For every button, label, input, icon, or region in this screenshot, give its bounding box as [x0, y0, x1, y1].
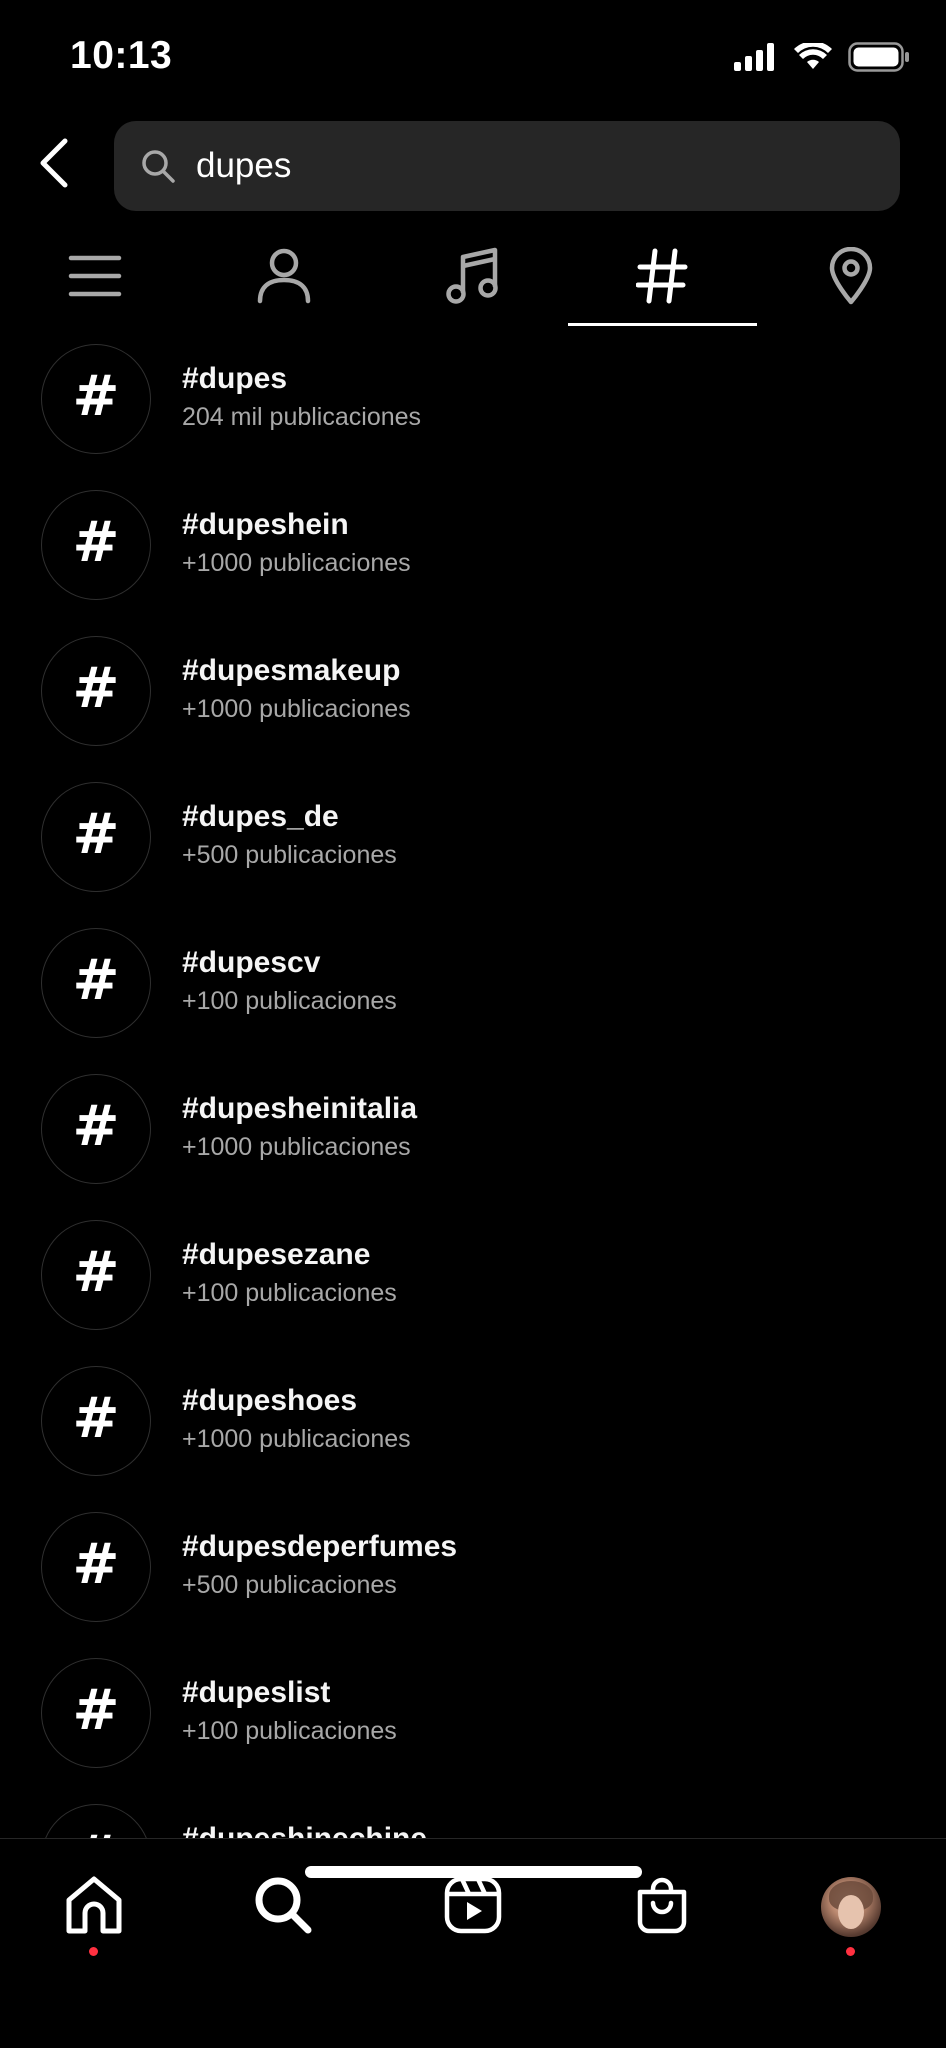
status-time: 10:13 — [70, 34, 173, 77]
list-icon — [68, 254, 122, 303]
hashtag-name: #dupeshoes — [182, 1384, 358, 1417]
list-item[interactable]: # #dupeshoes +1000 publicaciones — [0, 1362, 946, 1508]
hashtag-icon: # — [72, 1532, 120, 1597]
search-icon — [138, 146, 178, 186]
post-count: +1000 publicaciones — [182, 1133, 411, 1161]
list-item[interactable]: # #dupeshein +1000 publicaciones — [0, 486, 946, 632]
hashtag-icon: # — [72, 1240, 120, 1305]
hashtag-name: #dupeshein — [182, 508, 349, 541]
hashtag-name: #dupesezane — [182, 1238, 371, 1271]
list-item[interactable]: # #dupeslist +100 publicaciones — [0, 1654, 946, 1800]
hashtag-name: #dupesmakeup — [182, 654, 401, 687]
hashtag-avatar: # — [41, 928, 151, 1038]
tab-tags[interactable] — [567, 230, 757, 326]
hashtag-avatar: # — [41, 344, 151, 454]
hashtag-icon — [635, 248, 688, 309]
hashtag-name: #dupeshinechine — [182, 1822, 427, 1838]
nav-profile[interactable] — [806, 1867, 896, 1947]
post-count: 204 mil publicaciones — [182, 403, 422, 431]
list-item[interactable]: # #dupesmakeup +1000 publicaciones — [0, 632, 946, 778]
status-icons — [734, 41, 910, 77]
status-bar: 10:13 — [0, 0, 946, 110]
list-item[interactable]: # #dupescv +100 publicaciones — [0, 924, 946, 1070]
post-count: +1000 publicaciones — [182, 695, 411, 723]
hashtag-avatar: # — [41, 1512, 151, 1622]
nav-home[interactable] — [49, 1867, 139, 1947]
wifi-icon — [794, 41, 832, 76]
post-count: +500 publicaciones — [182, 1571, 397, 1599]
hashtag-avatar: # — [41, 636, 151, 746]
hashtag-avatar: # — [41, 490, 151, 600]
hashtag-icon: # — [72, 1678, 120, 1743]
tab-top[interactable] — [0, 230, 189, 326]
list-item[interactable]: # #dupesdeperfumes +500 publicaciones — [0, 1508, 946, 1654]
profile-notification-dot — [846, 1947, 855, 1956]
post-count: +100 publicaciones — [182, 1717, 397, 1745]
music-note-icon — [446, 247, 500, 310]
hashtag-name: #dupeslist — [182, 1676, 331, 1709]
tab-places[interactable] — [757, 230, 946, 326]
nav-search[interactable] — [238, 1867, 328, 1947]
post-count: +1000 publicaciones — [182, 1425, 411, 1453]
list-item[interactable]: # #dupesezane +100 publicaciones — [0, 1216, 946, 1362]
hashtag-results-list: # #dupes 204 mil publicaciones # #dupesh… — [0, 340, 946, 1838]
list-item[interactable]: # #dupes_de +500 publicaciones — [0, 778, 946, 924]
search-input[interactable] — [196, 146, 856, 186]
tab-accounts[interactable] — [189, 230, 378, 326]
list-item[interactable]: # #dupesheinitalia +1000 publicaciones — [0, 1070, 946, 1216]
home-icon — [64, 1875, 124, 1940]
hashtag-avatar: # — [41, 1074, 151, 1184]
hashtag-avatar: # — [41, 1366, 151, 1476]
hashtag-name: #dupesheinitalia — [182, 1092, 418, 1125]
hashtag-avatar: # — [41, 1220, 151, 1330]
back-button[interactable] — [30, 130, 78, 200]
hashtag-icon: # — [72, 948, 120, 1013]
hashtag-icon: # — [72, 802, 120, 867]
search-field[interactable] — [114, 121, 900, 211]
hashtag-icon: # — [72, 510, 120, 575]
list-item[interactable]: # #dupeshinechine — [0, 1800, 946, 1838]
hashtag-avatar: # — [41, 1658, 151, 1768]
hashtag-avatar: # — [41, 782, 151, 892]
search-tabs — [0, 230, 946, 326]
post-count: +1000 publicaciones — [182, 549, 411, 577]
hashtag-icon: # — [72, 1386, 120, 1451]
post-count: +100 publicaciones — [182, 987, 397, 1015]
home-indicator — [305, 1866, 642, 1878]
hashtag-name: #dupes_de — [182, 800, 339, 833]
list-item[interactable]: # #dupes 204 mil publicaciones — [0, 340, 946, 486]
location-pin-icon — [828, 246, 874, 310]
post-count: +500 publicaciones — [182, 841, 397, 869]
hashtag-icon: # — [73, 1829, 120, 1839]
hashtag-avatar: # — [41, 1804, 151, 1838]
hashtag-icon: # — [72, 1094, 120, 1159]
nav-shop[interactable] — [617, 1867, 707, 1947]
avatar — [821, 1877, 881, 1937]
person-icon — [257, 248, 311, 309]
search-icon — [253, 1875, 313, 1940]
home-notification-dot — [89, 1947, 98, 1956]
hashtag-name: #dupesdeperfumes — [182, 1530, 458, 1563]
nav-reels[interactable] — [428, 1867, 518, 1947]
hashtag-icon: # — [72, 656, 120, 721]
hashtag-name: #dupescv — [182, 946, 321, 979]
post-count: +100 publicaciones — [182, 1279, 397, 1307]
tab-audio[interactable] — [378, 230, 567, 326]
reels-icon — [444, 1876, 502, 1939]
chevron-left-icon — [37, 137, 71, 194]
hashtag-name: #dupes — [182, 362, 288, 395]
hashtag-icon: # — [72, 364, 120, 429]
cellular-signal-icon — [734, 43, 778, 76]
battery-icon — [848, 42, 910, 77]
shopping-bag-icon — [634, 1876, 690, 1939]
